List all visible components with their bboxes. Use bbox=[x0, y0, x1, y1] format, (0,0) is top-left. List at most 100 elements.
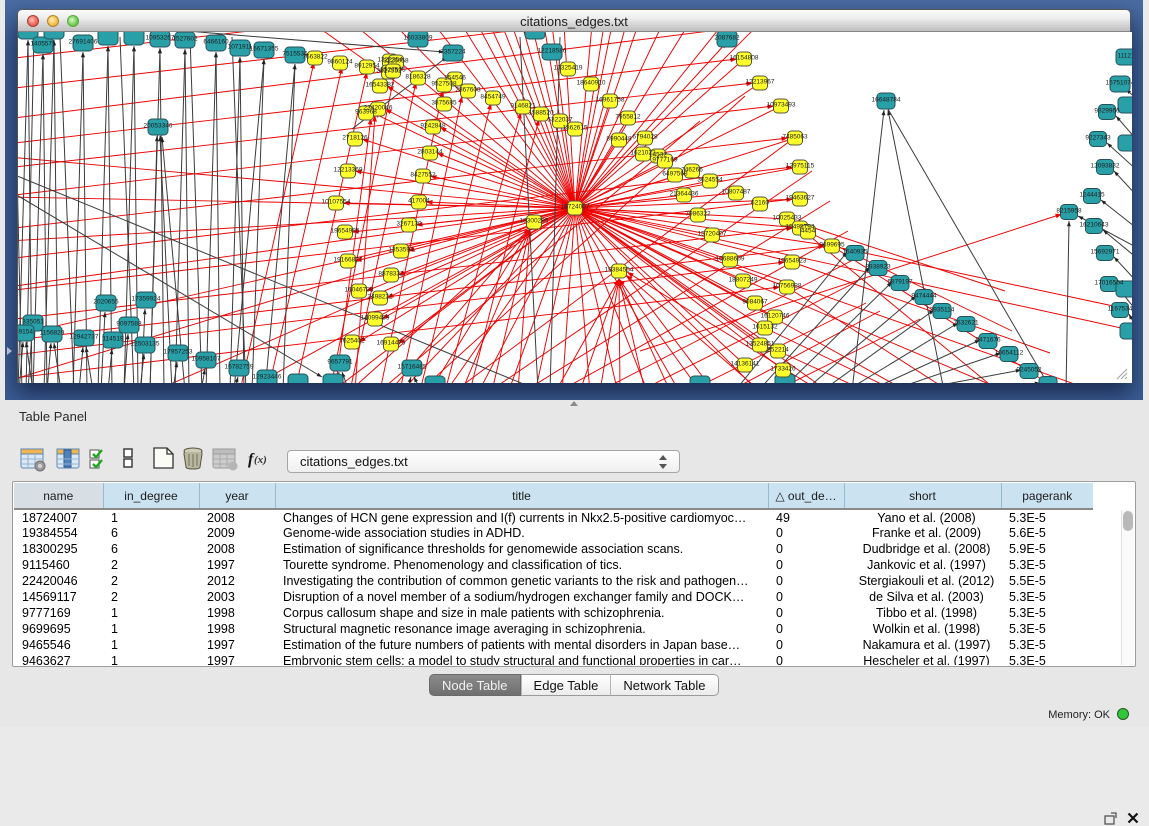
svg-text:1167534: 1167534 bbox=[1108, 306, 1132, 313]
svg-text:7986322: 7986322 bbox=[685, 211, 711, 218]
svg-text:16782759: 16782759 bbox=[225, 364, 254, 371]
svg-text:963968: 963968 bbox=[355, 109, 377, 116]
svg-text:16648784: 16648784 bbox=[872, 97, 901, 104]
svg-text:16046738: 16046738 bbox=[345, 287, 374, 294]
svg-text:8990448: 8990448 bbox=[606, 136, 632, 143]
svg-text:8471676: 8471676 bbox=[975, 337, 1001, 344]
svg-text:15692971: 15692971 bbox=[1091, 249, 1120, 256]
svg-text:7357224: 7357224 bbox=[440, 49, 466, 56]
svg-text:19384554: 19384554 bbox=[605, 267, 634, 274]
svg-text:6879197: 6879197 bbox=[887, 279, 913, 286]
svg-text:9146821: 9146821 bbox=[510, 103, 536, 110]
svg-text:14136141: 14136141 bbox=[731, 361, 760, 368]
svg-text:9097588: 9097588 bbox=[116, 321, 142, 328]
svg-text:10654112: 10654112 bbox=[995, 350, 1024, 357]
svg-text:9227343: 9227343 bbox=[1085, 135, 1111, 142]
svg-text:3527505: 3527505 bbox=[380, 67, 406, 74]
svg-text:13325419: 13325419 bbox=[554, 65, 583, 72]
svg-text:27691406: 27691406 bbox=[69, 39, 98, 46]
svg-text:17359924: 17359924 bbox=[132, 296, 161, 303]
svg-text:3875685: 3875685 bbox=[431, 100, 457, 107]
svg-text:16033809: 16033809 bbox=[404, 35, 433, 42]
svg-text:8215958: 8215958 bbox=[1056, 208, 1082, 215]
svg-text:252214: 252214 bbox=[767, 347, 789, 354]
svg-text:16120746: 16120746 bbox=[761, 313, 790, 320]
svg-text:7485063: 7485063 bbox=[782, 134, 808, 141]
svg-text:1640935: 1640935 bbox=[842, 249, 868, 256]
svg-text:17957253: 17957253 bbox=[164, 349, 193, 356]
svg-text:16154808: 16154808 bbox=[730, 55, 759, 62]
svg-text:1405571: 1405571 bbox=[30, 41, 56, 48]
svg-text:8813054: 8813054 bbox=[522, 32, 548, 34]
svg-text:18300295: 18300295 bbox=[520, 218, 549, 225]
svg-text:15716485: 15716485 bbox=[398, 364, 427, 371]
svg-text:12093832: 12093832 bbox=[1091, 163, 1120, 170]
svg-text:2867608: 2867608 bbox=[455, 87, 481, 94]
svg-text:12218586: 12218586 bbox=[538, 48, 567, 55]
svg-text:10953267: 10953267 bbox=[146, 35, 175, 42]
svg-text:10807487: 10807487 bbox=[722, 189, 751, 196]
svg-text:17016504: 17016504 bbox=[1095, 280, 1124, 287]
svg-text:19463627: 19463627 bbox=[786, 195, 815, 202]
svg-text:4454: 4454 bbox=[801, 228, 816, 235]
svg-text:8186328: 8186328 bbox=[405, 74, 431, 81]
svg-text:14099489: 14099489 bbox=[361, 315, 390, 322]
svg-text:16671355: 16671355 bbox=[250, 46, 279, 53]
svg-text:9242848: 9242848 bbox=[420, 123, 446, 130]
svg-text:10973493: 10973493 bbox=[767, 102, 796, 109]
svg-text:8454749: 8454749 bbox=[480, 94, 506, 101]
svg-text:7625402: 7625402 bbox=[339, 338, 365, 345]
svg-text:8878332: 8878332 bbox=[378, 271, 404, 278]
svg-text:3267130: 3267130 bbox=[396, 221, 422, 228]
svg-text:39154: 39154 bbox=[18, 329, 33, 336]
svg-text:8427552: 8427552 bbox=[410, 172, 436, 179]
svg-text:6497568: 6497568 bbox=[662, 171, 688, 178]
svg-text:9699695: 9699695 bbox=[819, 242, 845, 249]
svg-text:12975115: 12975115 bbox=[786, 163, 815, 170]
svg-text:9245052: 9245052 bbox=[1016, 367, 1042, 374]
svg-text:9777169: 9777169 bbox=[652, 157, 678, 164]
svg-text:16961758: 16961758 bbox=[596, 97, 625, 104]
svg-text:7663822: 7663822 bbox=[302, 54, 328, 61]
svg-text:10688609: 10688609 bbox=[716, 256, 745, 263]
svg-text:16543382: 16543382 bbox=[366, 82, 395, 89]
svg-text:10756928: 10756928 bbox=[773, 283, 802, 290]
svg-text:2020655: 2020655 bbox=[93, 299, 119, 306]
svg-text:10025433: 10025433 bbox=[773, 215, 802, 222]
svg-text:1353594: 1353594 bbox=[388, 247, 414, 254]
svg-text:15720407: 15720407 bbox=[698, 231, 727, 238]
svg-text:9474444: 9474444 bbox=[911, 293, 937, 300]
svg-text:20053346: 20053346 bbox=[144, 123, 173, 130]
svg-text:9329966: 9329966 bbox=[1094, 108, 1120, 115]
svg-text:1156829: 1156829 bbox=[40, 330, 65, 337]
svg-text:335051: 335051 bbox=[22, 319, 44, 326]
svg-text:2803144: 2803144 bbox=[417, 149, 443, 156]
svg-text:16210643: 16210643 bbox=[1080, 222, 1109, 229]
svg-text:15751074: 15751074 bbox=[1106, 80, 1132, 87]
svg-text:7955812: 7955812 bbox=[615, 114, 641, 121]
svg-text:21364436: 21364436 bbox=[670, 191, 699, 198]
svg-text:417004: 417004 bbox=[408, 198, 430, 205]
svg-text:9657791: 9657791 bbox=[327, 359, 353, 366]
svg-text:1362615: 1362615 bbox=[562, 125, 588, 132]
svg-text:114519: 114519 bbox=[102, 336, 124, 343]
svg-text:1615132: 1615132 bbox=[752, 324, 778, 331]
svg-text:12213369: 12213369 bbox=[334, 167, 363, 174]
svg-text:12942737: 12942737 bbox=[70, 334, 99, 341]
svg-text:19654985: 19654985 bbox=[331, 228, 360, 235]
svg-text:10107554: 10107554 bbox=[322, 199, 351, 206]
svg-text:7632621: 7632621 bbox=[953, 320, 979, 327]
svg-text:16914479: 16914479 bbox=[377, 340, 406, 347]
svg-text:1244415: 1244415 bbox=[1079, 192, 1105, 199]
svg-text:12923446: 12923446 bbox=[253, 374, 282, 381]
svg-text:3498222: 3498222 bbox=[367, 294, 393, 301]
svg-text:5322037: 5322037 bbox=[547, 117, 573, 124]
svg-text:1733426: 1733426 bbox=[770, 366, 796, 373]
svg-text:(x): (x) bbox=[254, 454, 267, 466]
svg-text:2087682: 2087682 bbox=[714, 35, 740, 42]
svg-text:9860124: 9860124 bbox=[327, 59, 353, 66]
svg-text:2935114: 2935114 bbox=[930, 307, 955, 314]
svg-text:62160: 62160 bbox=[751, 200, 769, 207]
svg-text:6466160: 6466160 bbox=[203, 39, 229, 46]
svg-text:18640910: 18640910 bbox=[577, 80, 606, 87]
